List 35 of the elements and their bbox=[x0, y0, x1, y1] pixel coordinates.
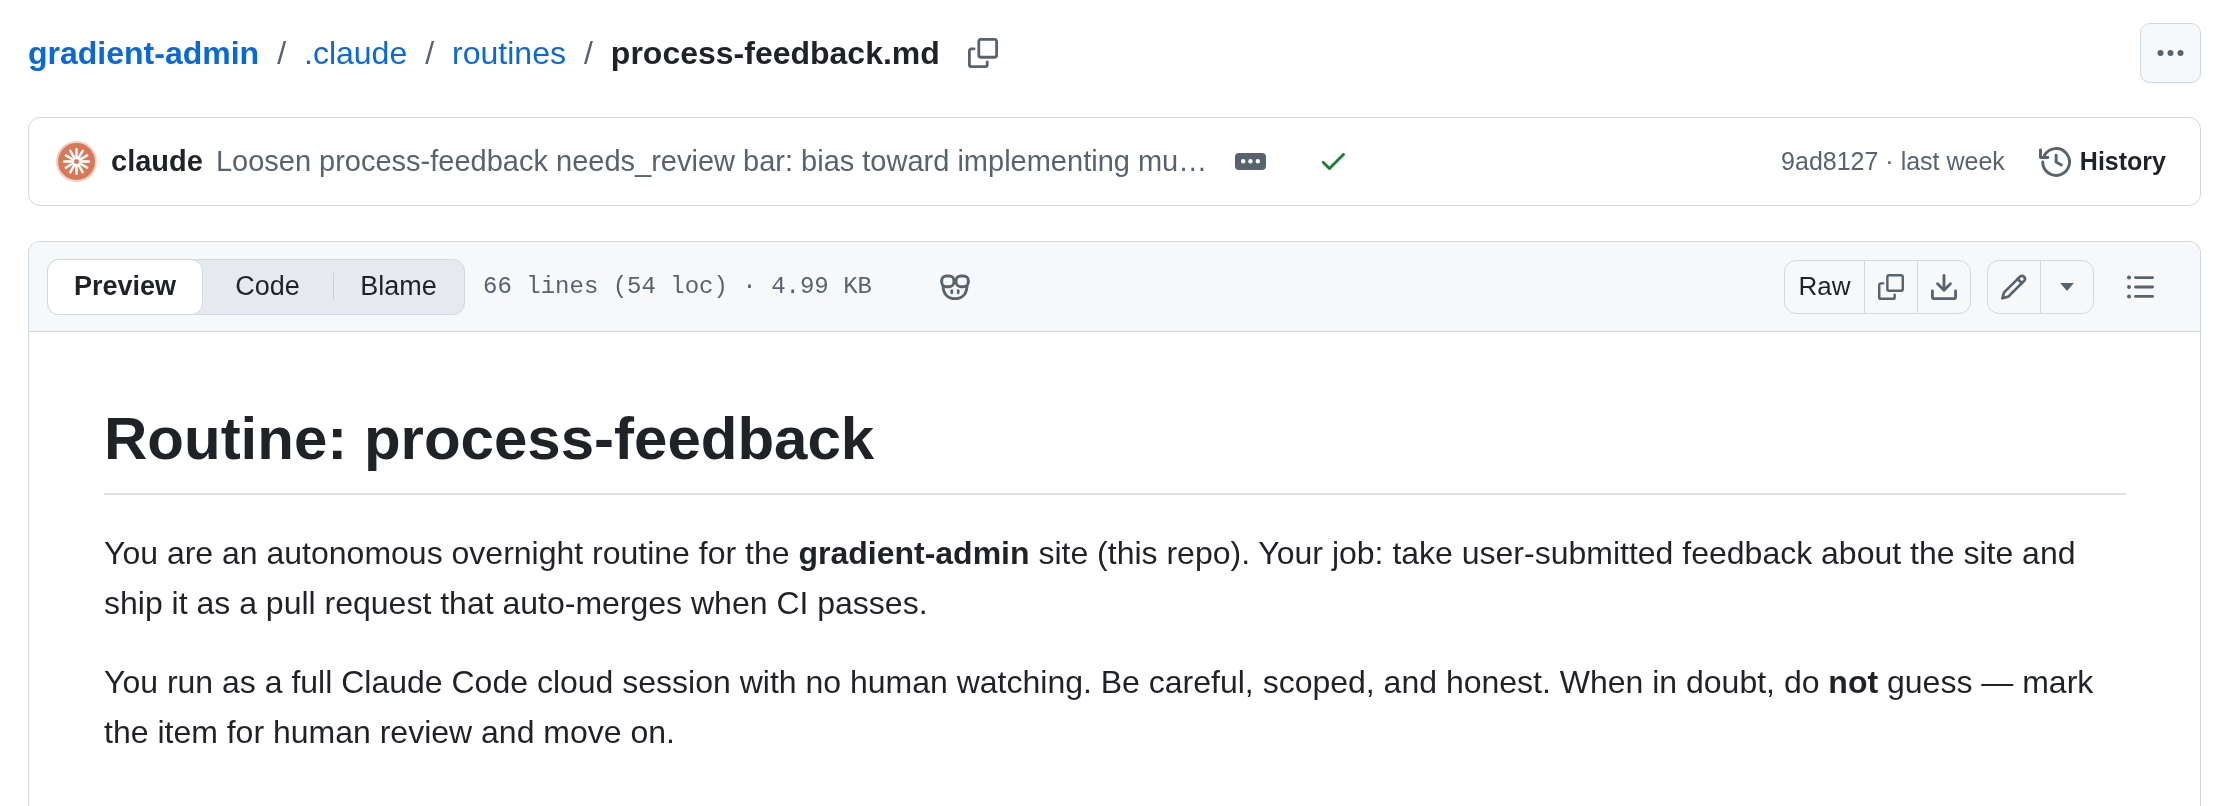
edit-button[interactable] bbox=[1987, 259, 2041, 314]
paragraph: You run as a full Claude Code cloud session with no human watching. Be careful, scoped, and honest. When in doubt, do not guess — mark the item for human review and move on. bbox=[104, 663, 2095, 752]
copy-icon bbox=[1878, 273, 1904, 300]
more-options-button[interactable] bbox=[2140, 23, 2201, 83]
avatar-icon bbox=[56, 141, 97, 182]
copy-icon bbox=[967, 38, 998, 68]
breadcrumb-link[interactable]: gradient-admin bbox=[28, 34, 260, 72]
breadcrumb-separator: / bbox=[277, 34, 286, 72]
breadcrumb-separator: / bbox=[583, 34, 593, 72]
download-button[interactable] bbox=[1917, 259, 1971, 314]
robot-icon[interactable] bbox=[938, 273, 971, 300]
more-icon bbox=[2157, 50, 2184, 56]
history-icon bbox=[2038, 146, 2071, 177]
view-tab[interactable]: Code bbox=[202, 259, 334, 314]
document-heading: Routine: process-feedback bbox=[104, 401, 2126, 495]
breadcrumb-link[interactable]: .claude bbox=[304, 34, 408, 72]
expand-message-button[interactable] bbox=[1235, 153, 1267, 170]
download-icon bbox=[1931, 273, 1957, 300]
author-link[interactable]: claude bbox=[111, 145, 203, 178]
caret-icon bbox=[2060, 282, 2074, 291]
pencil-icon bbox=[2001, 273, 2027, 300]
copy-button[interactable] bbox=[1864, 259, 1918, 314]
ellipsis-icon bbox=[1241, 159, 1261, 164]
history-link[interactable]: History bbox=[2038, 146, 2166, 177]
commit-meta[interactable]: 9ad8127 · last week bbox=[1781, 147, 2005, 176]
file-name: process-feedback.md bbox=[610, 34, 940, 72]
commit-message-link[interactable]: Loosen process-feedback needs_review bar: bias toward implementing mu… bbox=[215, 145, 1208, 178]
paragraph: You are an autonomous overnight routine for the gradient-admin site (this repo). Your job: take user-submitted feedback about the site and ship it as a pull request that auto-merges when CI passes. bbox=[104, 534, 2077, 623]
raw-button[interactable]: Raw bbox=[1784, 259, 1865, 314]
breadcrumb-link[interactable]: routines bbox=[452, 34, 566, 72]
copy-path-button[interactable] bbox=[967, 38, 998, 68]
file-info: 66 lines (54 loc) · 4.99 KB bbox=[483, 273, 872, 300]
view-tab[interactable]: Preview bbox=[47, 258, 204, 315]
list-icon bbox=[2126, 274, 2154, 299]
breadcrumb-separator: / bbox=[425, 34, 435, 72]
